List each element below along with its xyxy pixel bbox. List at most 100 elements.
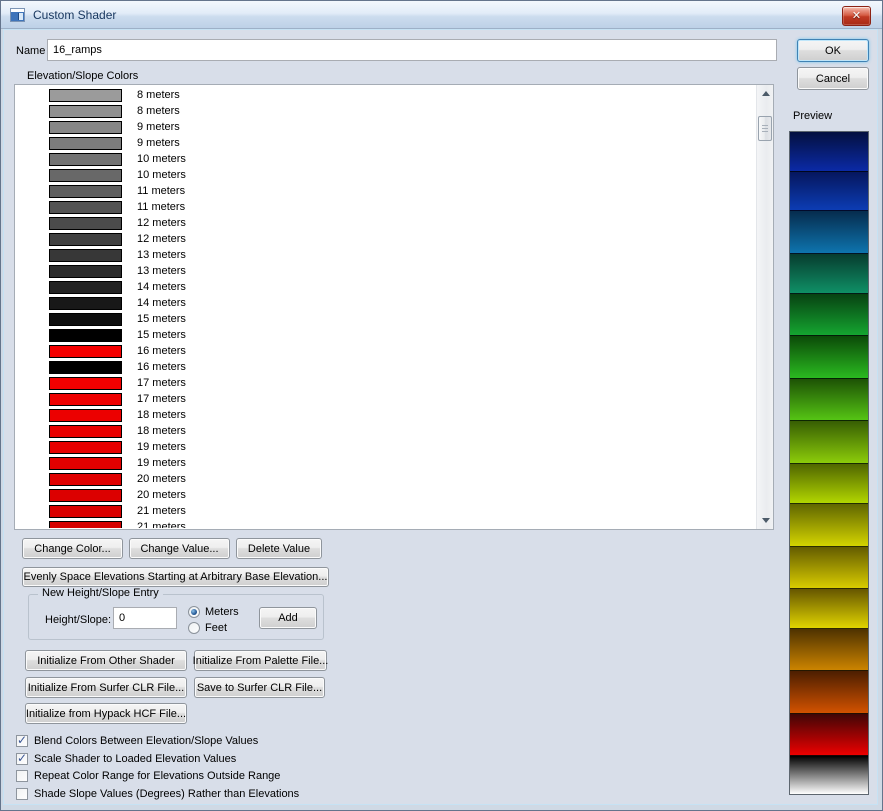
color-swatch bbox=[49, 153, 122, 166]
color-swatch bbox=[49, 329, 122, 342]
radio-feet-label: Feet bbox=[205, 622, 227, 634]
change-color-button[interactable]: Change Color... bbox=[22, 538, 123, 559]
color-list-item[interactable]: 14 meters bbox=[15, 279, 755, 295]
color-list-item[interactable]: 18 meters bbox=[15, 423, 755, 439]
checkbox[interactable] bbox=[16, 753, 28, 765]
radio-feet-circle[interactable] bbox=[188, 622, 200, 634]
color-list-item[interactable]: 9 meters bbox=[15, 119, 755, 135]
elevation-value-label: 15 meters bbox=[137, 313, 186, 325]
checkbox-label: Blend Colors Between Elevation/Slope Val… bbox=[34, 735, 258, 747]
color-swatch bbox=[49, 505, 122, 518]
color-list-item[interactable]: 16 meters bbox=[15, 343, 755, 359]
height-slope-input[interactable] bbox=[113, 607, 177, 629]
color-swatch bbox=[49, 377, 122, 390]
color-list-item[interactable]: 15 meters bbox=[15, 327, 755, 343]
color-list-item[interactable]: 15 meters bbox=[15, 311, 755, 327]
color-list-item[interactable]: 20 meters bbox=[15, 471, 755, 487]
color-list-item[interactable]: 8 meters bbox=[15, 103, 755, 119]
elevation-value-label: 8 meters bbox=[137, 89, 180, 101]
evenly-space-elevations-button[interactable]: Evenly Space Elevations Starting at Arbi… bbox=[22, 567, 329, 587]
preview-band bbox=[790, 714, 868, 756]
titlebar[interactable]: Custom Shader ✕ bbox=[1, 1, 882, 29]
preview-band bbox=[790, 294, 868, 336]
option-checkbox-row[interactable]: Shade Slope Values (Degrees) Rather than… bbox=[16, 787, 299, 800]
scroll-down-button[interactable] bbox=[757, 512, 774, 529]
name-input[interactable] bbox=[47, 39, 777, 61]
elevation-value-label: 14 meters bbox=[137, 297, 186, 309]
color-list-item[interactable]: 20 meters bbox=[15, 487, 755, 503]
preview-band bbox=[790, 254, 868, 294]
elevation-value-label: 18 meters bbox=[137, 425, 186, 437]
radio-feet[interactable]: Feet bbox=[188, 621, 227, 634]
elevation-value-label: 12 meters bbox=[137, 233, 186, 245]
color-swatch bbox=[49, 249, 122, 262]
initialize-from-palette-file-button[interactable]: Initialize From Palette File... bbox=[194, 650, 327, 671]
color-swatch bbox=[49, 137, 122, 150]
color-swatch bbox=[49, 345, 122, 358]
color-list-item[interactable]: 12 meters bbox=[15, 215, 755, 231]
color-swatch bbox=[49, 185, 122, 198]
color-list-item[interactable]: 21 meters bbox=[15, 503, 755, 519]
color-list-item[interactable]: 11 meters bbox=[15, 183, 755, 199]
checkbox-label: Shade Slope Values (Degrees) Rather than… bbox=[34, 788, 299, 800]
save-to-surfer-clr-file-button[interactable]: Save to Surfer CLR File... bbox=[194, 677, 325, 698]
color-swatch bbox=[49, 169, 122, 182]
change-value-button[interactable]: Change Value... bbox=[129, 538, 230, 559]
color-list-item[interactable]: 11 meters bbox=[15, 199, 755, 215]
elevation-value-label: 15 meters bbox=[137, 329, 186, 341]
color-list-item[interactable]: 10 meters bbox=[15, 151, 755, 167]
color-swatch bbox=[49, 393, 122, 406]
scroll-down-icon bbox=[762, 518, 770, 523]
color-list-item[interactable]: 17 meters bbox=[15, 375, 755, 391]
color-list-item[interactable]: 17 meters bbox=[15, 391, 755, 407]
elevation-value-label: 9 meters bbox=[137, 121, 180, 133]
delete-value-button[interactable]: Delete Value bbox=[236, 538, 322, 559]
color-swatch bbox=[49, 441, 122, 454]
elevation-value-label: 21 meters bbox=[137, 521, 186, 528]
color-list-item[interactable]: 12 meters bbox=[15, 231, 755, 247]
color-list-item[interactable]: 8 meters bbox=[15, 87, 755, 103]
initialize-from-hypack-hcf-file-button[interactable]: Initialize from Hypack HCF File... bbox=[25, 703, 187, 724]
option-checkbox-row[interactable]: Scale Shader to Loaded Elevation Values bbox=[16, 752, 236, 765]
scroll-up-button[interactable] bbox=[757, 85, 774, 102]
color-list-item[interactable]: 19 meters bbox=[15, 455, 755, 471]
radio-meters[interactable]: Meters bbox=[188, 605, 239, 618]
color-list-item[interactable]: 18 meters bbox=[15, 407, 755, 423]
color-swatch bbox=[49, 297, 122, 310]
color-list-item[interactable]: 10 meters bbox=[15, 167, 755, 183]
initialize-from-other-shader-button[interactable]: Initialize From Other Shader bbox=[25, 650, 187, 671]
scroll-thumb[interactable] bbox=[758, 116, 772, 141]
checkbox[interactable] bbox=[16, 788, 28, 800]
color-list-item[interactable]: 19 meters bbox=[15, 439, 755, 455]
close-button[interactable]: ✕ bbox=[842, 6, 871, 26]
color-list-item[interactable]: 13 meters bbox=[15, 263, 755, 279]
color-list-item[interactable]: 14 meters bbox=[15, 295, 755, 311]
elevation-value-label: 10 meters bbox=[137, 153, 186, 165]
preview-band bbox=[790, 379, 868, 421]
ok-button[interactable]: OK bbox=[797, 39, 869, 62]
color-list-item[interactable]: 16 meters bbox=[15, 359, 755, 375]
radio-meters-circle[interactable] bbox=[188, 606, 200, 618]
option-checkbox-row[interactable]: Repeat Color Range for Elevations Outsid… bbox=[16, 769, 280, 782]
height-slope-label: Height/Slope: bbox=[45, 614, 111, 626]
list-scrollbar[interactable] bbox=[756, 85, 773, 529]
color-swatch bbox=[49, 313, 122, 326]
preview-band bbox=[790, 172, 868, 211]
initialize-from-surfer-clr-file-button[interactable]: Initialize From Surfer CLR File... bbox=[25, 677, 187, 698]
option-checkbox-row[interactable]: Blend Colors Between Elevation/Slope Val… bbox=[16, 734, 258, 747]
add-button[interactable]: Add bbox=[259, 607, 317, 629]
elevation-value-label: 19 meters bbox=[137, 457, 186, 469]
color-swatch bbox=[49, 121, 122, 134]
name-label: Name bbox=[16, 45, 45, 57]
preview-band bbox=[790, 547, 868, 589]
cancel-button[interactable]: Cancel bbox=[797, 67, 869, 90]
color-list-item[interactable]: 21 meters bbox=[15, 519, 755, 528]
radio-meters-label: Meters bbox=[205, 606, 239, 618]
checkbox[interactable] bbox=[16, 735, 28, 747]
elevation-value-label: 10 meters bbox=[137, 169, 186, 181]
color-list-item[interactable]: 13 meters bbox=[15, 247, 755, 263]
scroll-thumb-grip-icon bbox=[762, 125, 768, 133]
color-list-item[interactable]: 9 meters bbox=[15, 135, 755, 151]
checkbox[interactable] bbox=[16, 770, 28, 782]
preview-band bbox=[790, 336, 868, 379]
